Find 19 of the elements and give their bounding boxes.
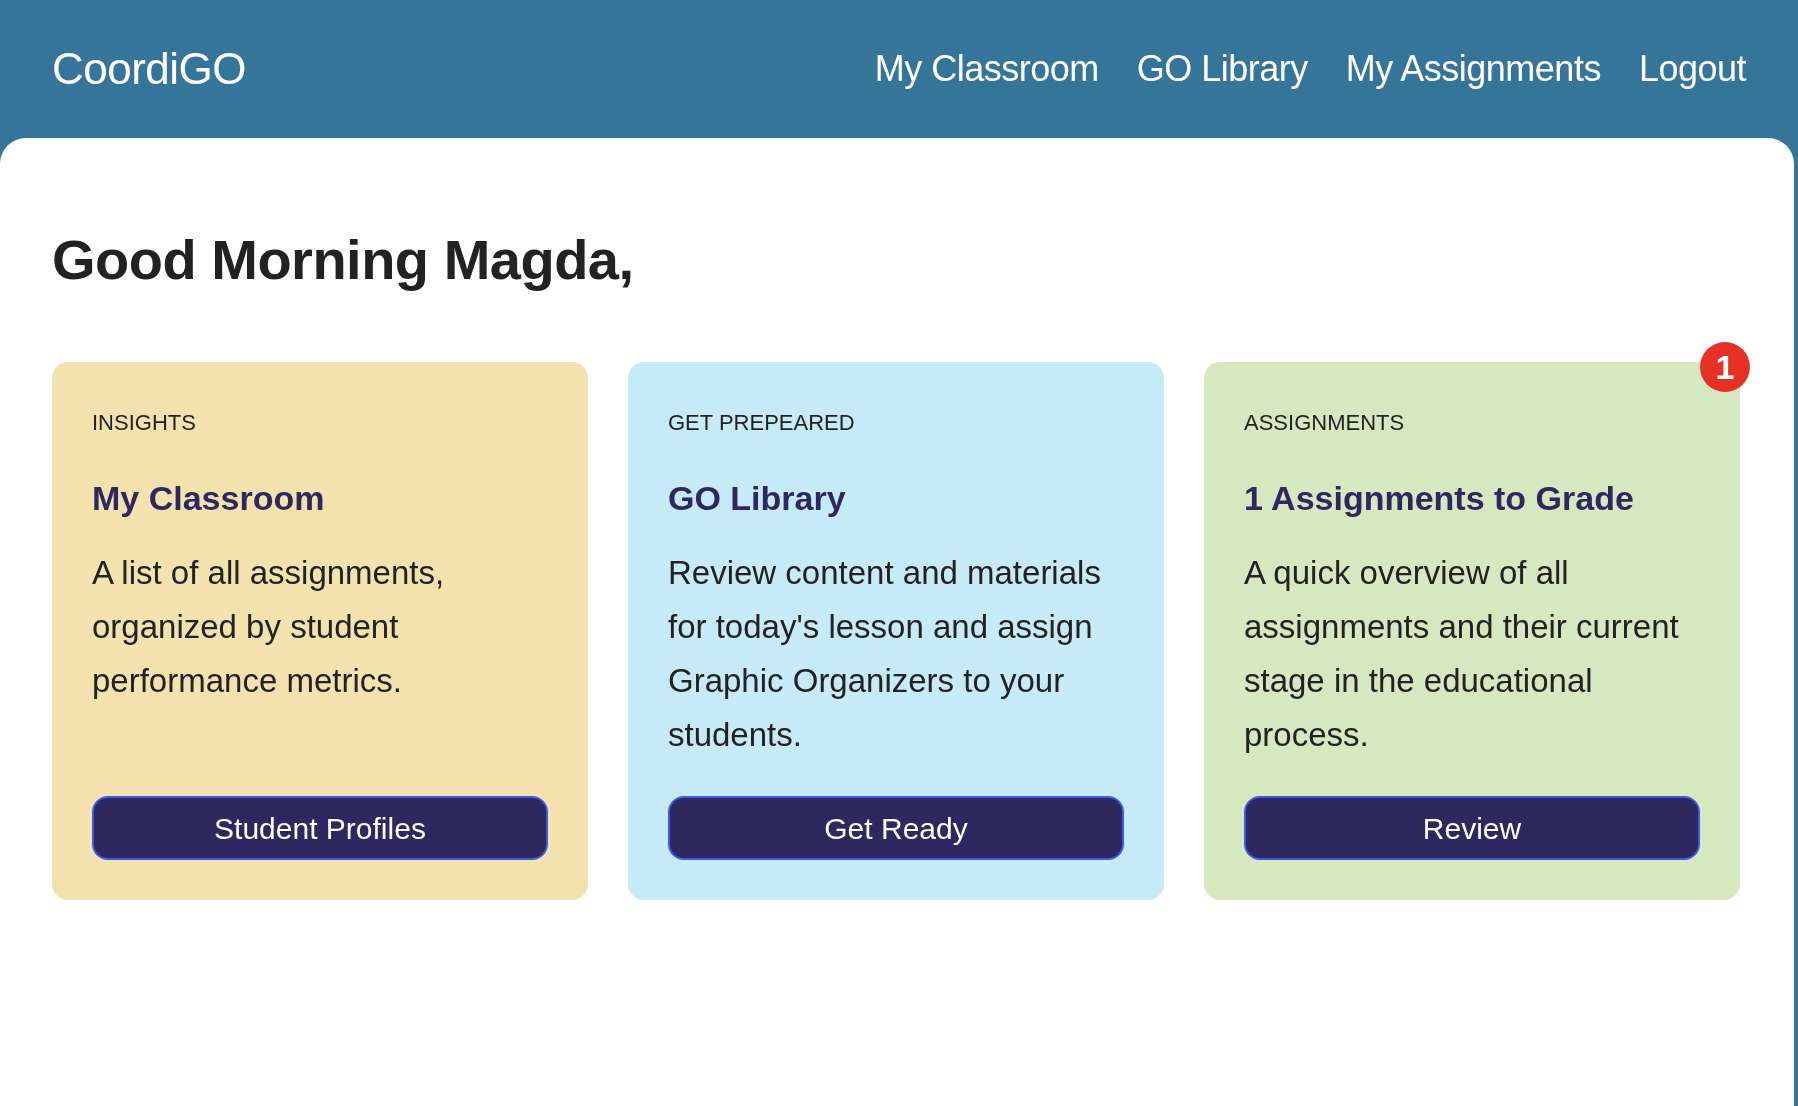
greeting: Good Morning Magda, bbox=[52, 227, 635, 293]
nav-link[interactable]: GO Library bbox=[1136, 42, 1308, 96]
card-category: ASSIGNMENTS bbox=[1244, 409, 1406, 437]
notification-badge: 1 bbox=[1700, 342, 1750, 392]
card-description: Review content and materials for today's lesson and assign Graphic Organizers to your students. bbox=[668, 553, 1102, 755]
card-description: A list of all assignments, organized by student performance metrics. bbox=[92, 553, 446, 701]
card-title: GO Library bbox=[668, 478, 847, 519]
card-title: 1 Assignments to Grade bbox=[1244, 478, 1635, 519]
card-category: GET PREPEARED bbox=[668, 409, 856, 437]
card-category: INSIGHTS bbox=[92, 409, 197, 437]
action-button[interactable]: Student Profiles bbox=[92, 796, 548, 860]
action-button[interactable]: Get Ready bbox=[668, 796, 1124, 860]
card-description: A quick overview of all assignments and their current stage in the educational process. bbox=[1244, 553, 1680, 755]
brand-logo[interactable]: CoordiGO bbox=[52, 36, 247, 102]
nav-link[interactable]: Logout bbox=[1638, 42, 1746, 96]
action-button[interactable]: Review bbox=[1244, 796, 1700, 860]
nav-link[interactable]: My Assignments bbox=[1345, 42, 1601, 96]
nav-link[interactable]: My Classroom bbox=[874, 42, 1099, 96]
card-title: My Classroom bbox=[92, 478, 326, 519]
